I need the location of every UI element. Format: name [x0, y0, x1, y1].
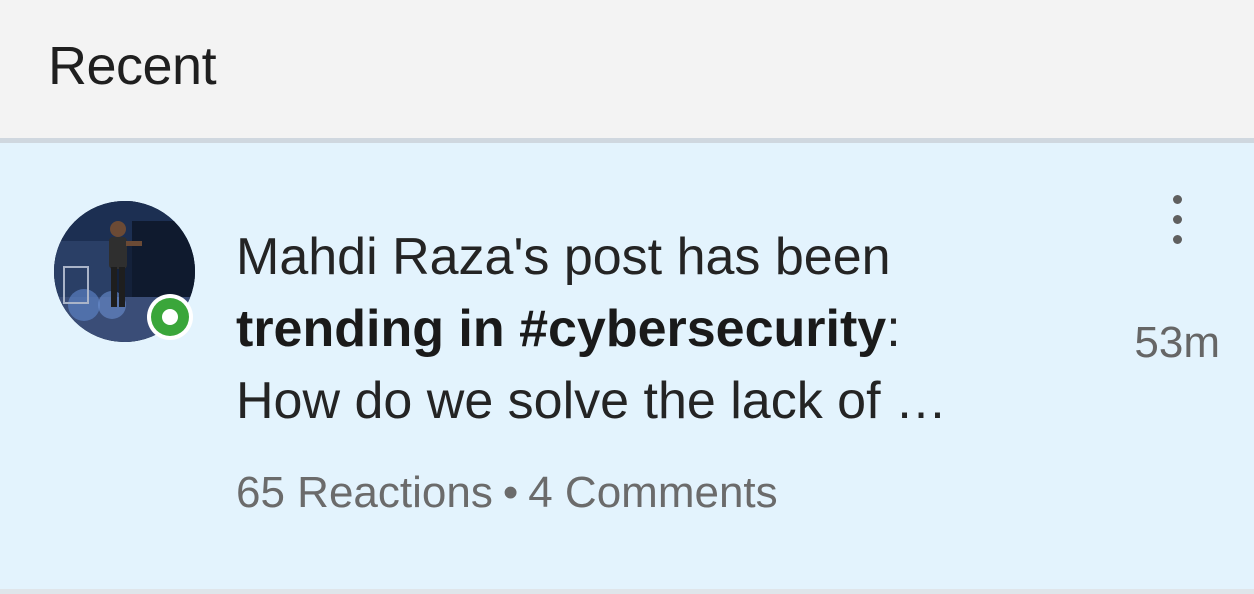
- online-status-icon: [147, 294, 193, 340]
- recent-header: Recent: [0, 0, 1254, 138]
- separator-dot: •: [502, 468, 519, 517]
- bottom-divider: [0, 589, 1254, 594]
- engagement-stats: 65 Reactions • 4 Comments: [236, 463, 778, 523]
- trending-suffix: :: [886, 300, 901, 358]
- section-title: Recent: [48, 36, 217, 96]
- timestamp: 53m: [1134, 318, 1220, 367]
- notification-text[interactable]: Mahdi Raza's post has been trending in #…: [236, 221, 1096, 437]
- comments-count: 4 Comments: [528, 468, 778, 517]
- reactions-count: 65 Reactions: [236, 468, 493, 517]
- notification-line-2: trending in #cybersecurity:: [236, 293, 1096, 365]
- notification-item[interactable]: Mahdi Raza's post has been trending in #…: [0, 143, 1254, 589]
- notification-line-3: How do we solve the lack of …: [236, 372, 947, 430]
- notification-line-1: Mahdi Raza's post has been: [236, 228, 891, 286]
- more-options-icon[interactable]: [1158, 195, 1198, 255]
- trending-topic: trending in #cybersecurity: [236, 300, 887, 358]
